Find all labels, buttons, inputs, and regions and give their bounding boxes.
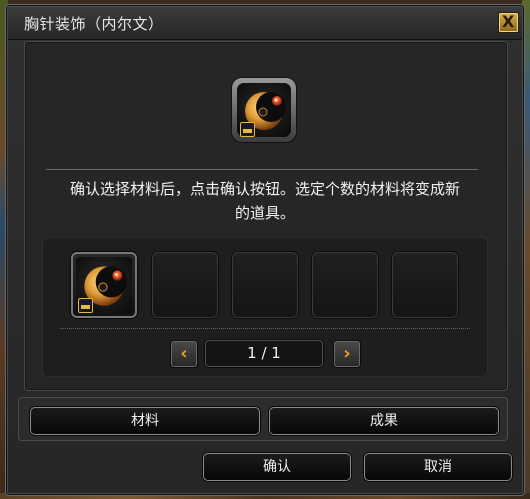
page-indicator: 1 / 1 xyxy=(205,340,323,367)
instruction-line-2: 的道具。 xyxy=(234,204,295,222)
chevron-left-icon: ‹ xyxy=(180,343,188,364)
next-page-button[interactable]: › xyxy=(334,341,360,367)
window-title: 胸针装饰（内尔文） xyxy=(24,15,164,33)
material-slot-1[interactable] xyxy=(71,252,137,318)
close-button[interactable]: X xyxy=(498,12,519,33)
instruction-text: 确认选择材料后，点击确认按钮。选定个数的材料将变成新 的道具。 xyxy=(30,177,500,225)
chevron-right-icon: › xyxy=(343,343,351,364)
prev-page-button[interactable]: ‹ xyxy=(171,341,197,367)
tab-results[interactable]: 成果 xyxy=(269,407,499,435)
lock-badge-icon xyxy=(240,122,255,137)
dotted-separator xyxy=(60,328,470,329)
lock-badge-icon xyxy=(78,298,93,313)
instruction-line-1: 确认选择材料后，点击确认按钮。选定个数的材料将变成新 xyxy=(69,180,460,198)
close-icon: X xyxy=(502,12,515,31)
material-slot-3[interactable] xyxy=(232,252,298,318)
cancel-button[interactable]: 取消 xyxy=(364,453,512,481)
tab-materials[interactable]: 材料 xyxy=(30,407,260,435)
material-slot-5[interactable] xyxy=(392,252,458,318)
material-slot-4[interactable] xyxy=(312,252,378,318)
window-titlebar[interactable]: 胸针装饰（内尔文） xyxy=(8,7,522,40)
preview-item-slot xyxy=(232,78,296,142)
material-slot-2[interactable] xyxy=(152,252,218,318)
divider xyxy=(46,169,478,170)
confirm-button[interactable]: 确认 xyxy=(203,453,351,481)
